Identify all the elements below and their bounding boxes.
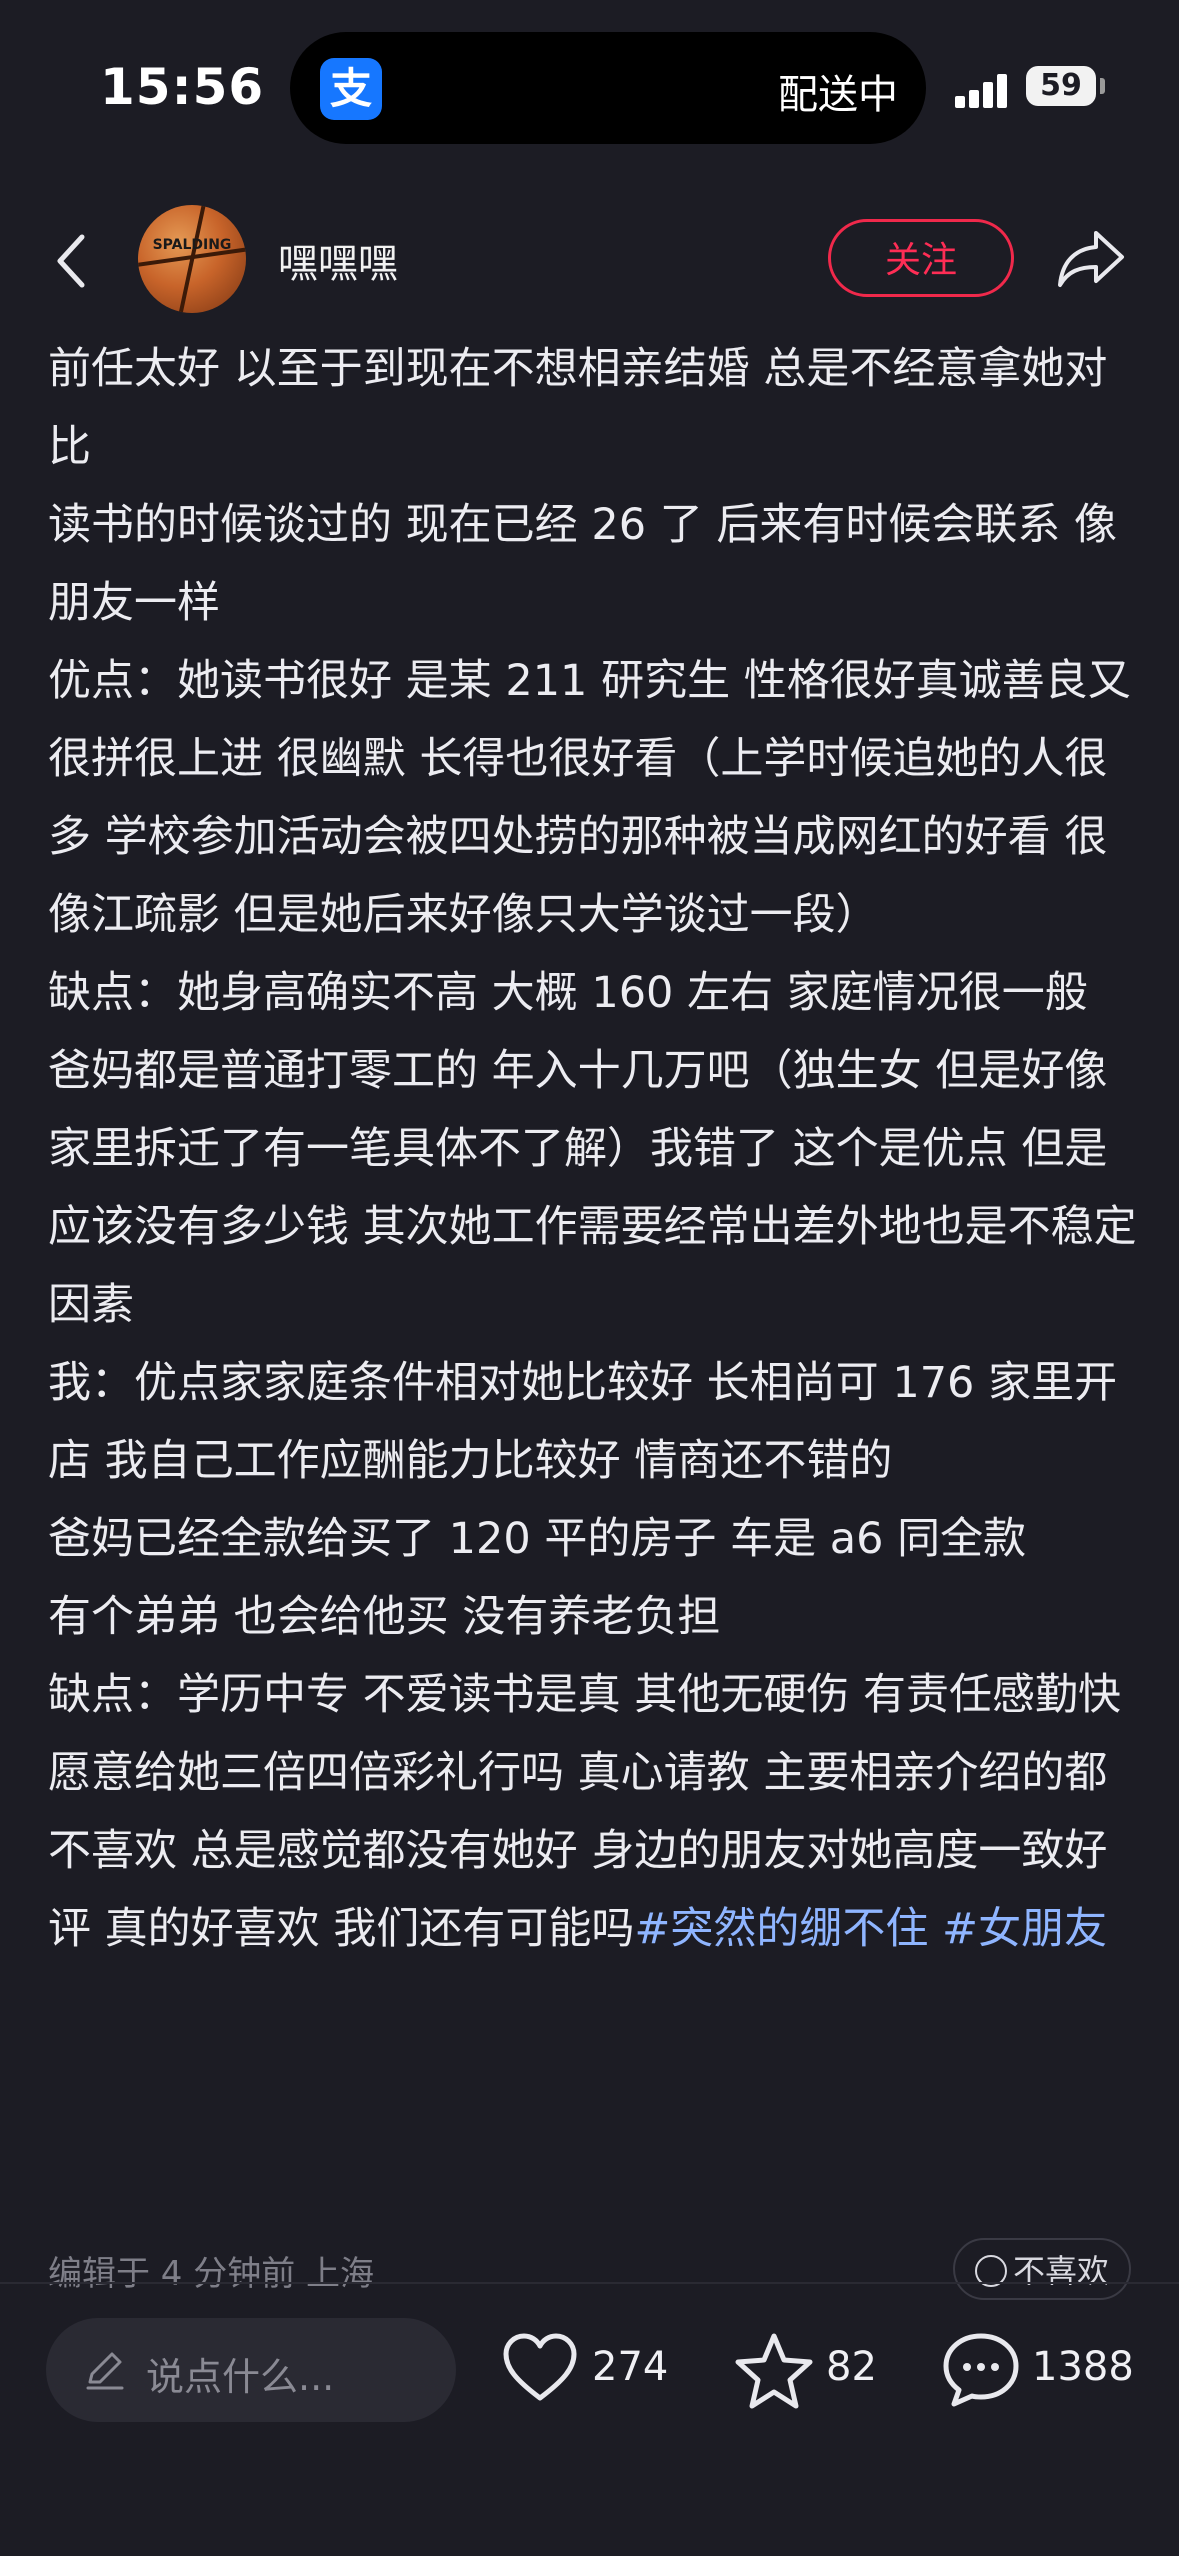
post-header: SPALDING 嘿嘿嘿 关注 <box>0 195 1179 325</box>
alipay-icon: 支 <box>320 58 382 120</box>
hashtag-link[interactable]: #女朋友 <box>942 1904 1107 1954</box>
live-activity-text: 配送中 <box>778 72 898 118</box>
avatar-brand-text: SPALDING <box>152 237 232 253</box>
star-icon <box>735 2333 813 2409</box>
comment-input[interactable]: 说点什么... <box>46 2318 456 2422</box>
hashtag-link[interactable]: #突然的绷不住 <box>634 1904 928 1954</box>
battery-tip <box>1100 78 1105 94</box>
post-paragraph: 优点：她读书很好 是某 211 研究生 性格很好真诚善良又很拼很上进 很幽默 长… <box>48 656 1131 940</box>
post-paragraph: 前任太好 以至于到现在不想相亲结婚 总是不经意拿她对比 <box>48 344 1108 472</box>
comment-placeholder: 说点什么... <box>146 2355 335 2399</box>
bottom-divider <box>0 2282 1179 2284</box>
battery-icon: 59 <box>1026 66 1096 106</box>
chat-bubble-icon <box>943 2333 1019 2407</box>
comment-count: 1388 <box>1032 2344 1134 2390</box>
author-username[interactable]: 嘿嘿嘿 <box>278 231 398 289</box>
post-meta: 编辑于 4 分钟前 上海 不喜欢 <box>48 2238 1131 2300</box>
like-count: 274 <box>592 2344 669 2390</box>
dislike-button[interactable]: 不喜欢 <box>952 2238 1131 2300</box>
post-content: 前任太好 以至于到现在不想相亲结婚 总是不经意拿她对比 读书的时候谈过的 现在已… <box>48 330 1138 1968</box>
chevron-left-icon[interactable] <box>48 231 98 291</box>
bottom-action-bar: 说点什么... 274 82 1388 <box>0 2318 1179 2422</box>
dislike-label: 不喜欢 <box>1012 2252 1109 2290</box>
pencil-icon <box>86 2352 124 2390</box>
post-paragraph: 缺点：她身高确实不高 大概 160 左右 家庭情况很一般 爸妈都是普通打零工的 … <box>48 968 1137 1330</box>
status-time: 15:56 <box>100 58 265 116</box>
heart-icon <box>503 2333 577 2401</box>
post-paragraph: 有个弟弟 也会给他买 没有养老负担 <box>48 1592 721 1642</box>
share-arrow-icon[interactable] <box>1056 227 1126 291</box>
post-paragraph-last: 愿意给她三倍四倍彩礼行吗 真心请教 主要相亲介绍的都不喜欢 总是感觉都没有她好 … <box>48 1734 1138 1968</box>
edit-info: 编辑于 4 分钟前 上海 <box>48 2254 375 2294</box>
status-bar: 15:56 支 配送中 59 <box>0 0 1179 180</box>
avatar[interactable]: SPALDING <box>138 205 246 313</box>
favorite-count: 82 <box>826 2344 877 2390</box>
dynamic-island[interactable]: 支 配送中 <box>290 32 926 144</box>
post-paragraph: 缺点：学历中专 不爱读书是真 其他无硬伤 有责任感勤快 <box>48 1670 1122 1720</box>
post-paragraph: 读书的时候谈过的 现在已经 26 了 后来有时候会联系 像朋友一样 <box>48 500 1118 628</box>
follow-button[interactable]: 关注 <box>828 219 1014 297</box>
post-paragraph: 我：优点家家庭条件相对她比较好 长相尚可 176 家里开店 我自己工作应酬能力比… <box>48 1358 1118 1486</box>
post-paragraph: 爸妈已经全款给买了 120 平的房子 车是 a6 同全款 <box>48 1514 1027 1564</box>
signal-icon <box>955 72 1011 108</box>
